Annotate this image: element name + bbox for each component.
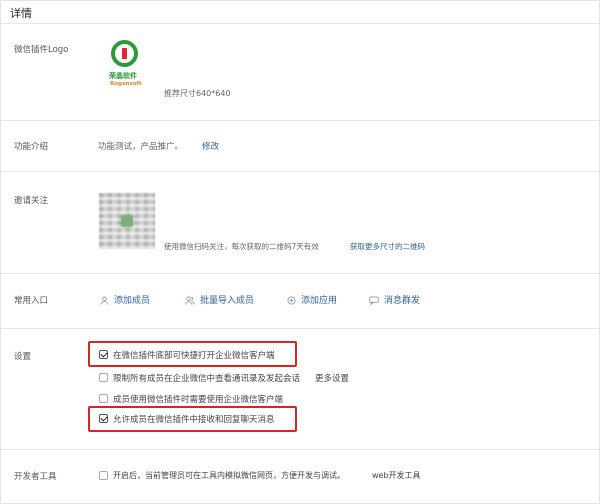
- shortcut-add-member[interactable]: 添加成员: [100, 293, 150, 306]
- setting-label: 成员使用微信插件时需要使用企业微信客户端: [113, 395, 284, 405]
- logo-mark: [122, 48, 127, 59]
- qr-hint: 使用微信扫码关注，每次获取的二维码7天有效: [164, 242, 319, 251]
- divider: [1, 328, 599, 329]
- dev-tools-checkbox[interactable]: [99, 471, 108, 480]
- shortcut-label: 批量导入成员: [200, 296, 255, 306]
- logo-ring-icon: [111, 40, 138, 67]
- shortcut-label: 添加成员: [114, 296, 151, 306]
- divider: [1, 120, 599, 121]
- divider: [1, 23, 599, 24]
- plus-circle-icon: [287, 296, 296, 305]
- web-dev-tools-link[interactable]: web开发工具: [372, 470, 421, 481]
- setting-label: 允许成员在微信插件中接收和回复聊天消息: [113, 415, 275, 425]
- users-icon: [185, 296, 195, 305]
- logo-size-hint: 推荐尺寸640*640: [164, 89, 231, 98]
- setting-checkbox[interactable]: [99, 414, 108, 423]
- qr-code: [99, 193, 155, 249]
- setting-checkbox[interactable]: [99, 350, 108, 359]
- more-settings-link[interactable]: 更多设置: [315, 372, 349, 384]
- details-panel: 详情 微信插件Logo 荣晶软件 Rogensoft 推荐尺寸640*640 功…: [0, 0, 600, 504]
- logo-label: 微信插件Logo: [14, 45, 69, 55]
- shortcut-label: 添加应用: [301, 296, 338, 306]
- setting-checkbox[interactable]: [99, 373, 108, 382]
- dev-tools-description: 开启后，当前管理员可在工具内模拟微信网页，方便开发与调试。: [113, 471, 345, 480]
- divider: [1, 273, 599, 274]
- edit-intro-link[interactable]: 修改: [202, 140, 219, 152]
- logo-text-en: Rogensoft: [110, 81, 142, 87]
- more-qr-sizes-link[interactable]: 获取更多尺寸的二维码: [350, 241, 425, 252]
- intro-label: 功能介绍: [14, 142, 49, 152]
- message-icon: [369, 296, 379, 305]
- shortcut-label: 消息群发: [384, 296, 421, 306]
- logo-text-cn: 荣晶软件: [109, 72, 137, 80]
- plugin-logo[interactable]: 荣晶软件 Rogensoft: [101, 37, 155, 97]
- intro-value: 功能测试，产品推广。: [98, 142, 184, 152]
- invite-label: 邀请关注: [14, 196, 49, 206]
- shortcuts-label: 常用入口: [14, 296, 49, 306]
- setting-checkbox[interactable]: [99, 394, 108, 403]
- page-title: 详情: [10, 7, 32, 20]
- divider: [1, 449, 599, 450]
- user-icon: [100, 296, 109, 305]
- dev-tools-label: 开发者工具: [14, 472, 57, 482]
- settings-label: 设置: [14, 352, 32, 362]
- divider: [1, 171, 599, 172]
- setting-label: 限制所有成员在企业微信中查看通讯录及发起会话: [113, 374, 301, 384]
- shortcut-add-app[interactable]: 添加应用: [287, 293, 337, 306]
- shortcut-broadcast[interactable]: 消息群发: [369, 293, 420, 306]
- shortcut-batch-import[interactable]: 批量导入成员: [185, 293, 254, 306]
- setting-label: 在微信插件底部可快捷打开企业微信客户端: [113, 351, 275, 361]
